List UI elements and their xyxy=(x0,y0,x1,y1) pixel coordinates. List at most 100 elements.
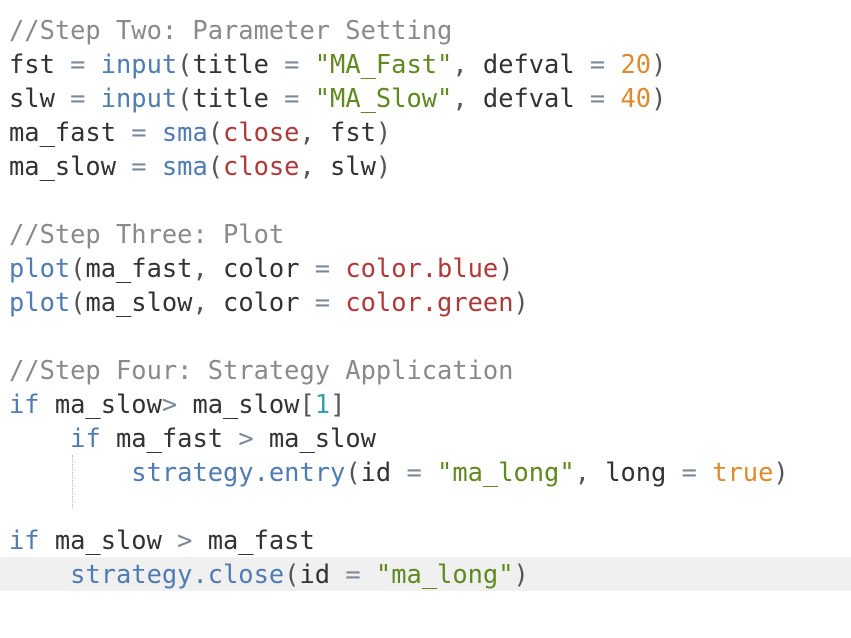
code-token-comment: //Step Three: Plot xyxy=(9,219,285,249)
code-token-punct: ( xyxy=(207,117,224,147)
code-token-func: sma xyxy=(161,117,208,147)
code-token-var: title xyxy=(192,83,269,113)
code-token-punct: , xyxy=(452,83,483,113)
code-editor[interactable]: //Step Two: Parameter Setting fst = input… xyxy=(0,0,851,638)
code-token-string: "ma_long" xyxy=(437,457,575,487)
code-token-var: ma_fast xyxy=(207,525,315,555)
code-token-func: strategy.close xyxy=(70,559,285,589)
code-token-punct: ( xyxy=(70,287,86,317)
code-token-punct: ) xyxy=(513,287,529,317)
code-line[interactable]: //Step Two: Parameter Setting xyxy=(0,13,851,47)
code-token-var: title xyxy=(192,49,269,79)
code-line[interactable]: ma_fast = sma(close, fst) xyxy=(0,115,851,149)
code-token-op: = xyxy=(299,253,346,283)
code-token-var: color xyxy=(223,253,300,283)
code-token-string: "MA_Slow" xyxy=(314,83,453,113)
code-line[interactable]: if ma_slow > ma_fast xyxy=(0,523,851,557)
code-token-punct: ) xyxy=(375,117,392,147)
code-token-punct: ] xyxy=(330,389,346,419)
code-token-punct: ( xyxy=(177,83,193,113)
code-token-func: sma xyxy=(161,151,208,181)
code-token-comment: //Step Two: Parameter Setting xyxy=(9,15,453,45)
code-line[interactable]: if ma_fast > ma_slow xyxy=(0,421,851,455)
code-token-builtin: color.green xyxy=(345,287,514,317)
code-token-op: = xyxy=(574,83,621,113)
code-token-op: = xyxy=(391,457,438,487)
code-token-punct: , xyxy=(452,49,483,79)
code-token-index: 1 xyxy=(314,389,331,419)
code-token-number: 20 xyxy=(620,49,652,79)
code-token-punct: ( xyxy=(345,457,361,487)
code-token-punct: ( xyxy=(284,559,300,589)
code-line[interactable]: if ma_slow> ma_slow[1] xyxy=(0,387,851,421)
code-token-var: slw xyxy=(330,151,376,181)
code-token-keyword: if xyxy=(9,389,40,419)
code-token-op: > xyxy=(161,389,193,419)
code-token-op: = xyxy=(54,49,101,79)
code-token-punct: , xyxy=(299,117,331,147)
code-token-keyword: if xyxy=(70,423,101,453)
code-token-op: = xyxy=(299,287,346,317)
code-line[interactable]: ma_slow = sma(close, slw) xyxy=(0,149,851,183)
code-token-punct: , xyxy=(574,457,606,487)
code-token-bool: true xyxy=(712,457,774,487)
code-token-var: fst xyxy=(9,49,55,79)
code-token-var: color xyxy=(223,287,300,317)
code-token-var: ma_fast xyxy=(9,117,117,147)
code-token-keyword: if xyxy=(9,525,40,555)
code-line[interactable] xyxy=(0,183,851,217)
code-line[interactable]: strategy.close(id = "ma_long") xyxy=(0,557,851,591)
code-line[interactable] xyxy=(0,319,851,353)
code-token-string: "MA_Fast" xyxy=(314,49,453,79)
code-line[interactable] xyxy=(0,489,851,523)
code-line[interactable]: //Step Three: Plot xyxy=(0,217,851,251)
code-token-var: id xyxy=(360,457,392,487)
code-token-punct: ) xyxy=(651,83,667,113)
code-token-op: = xyxy=(54,83,101,113)
code-token-var: fst xyxy=(330,117,376,147)
code-line[interactable]: fst = input(title = "MA_Fast", defval = … xyxy=(0,47,851,81)
code-token-op: > xyxy=(223,423,269,453)
code-token-comment: //Step Four: Strategy Application xyxy=(9,355,514,385)
code-token-punct: , xyxy=(192,287,224,317)
code-line[interactable]: plot(ma_fast, color = color.blue) xyxy=(0,251,851,285)
code-token-op: = xyxy=(574,49,621,79)
code-token-func: plot xyxy=(9,287,71,317)
code-token-var: slw xyxy=(9,83,55,113)
code-line[interactable]: plot(ma_slow, color = color.green) xyxy=(0,285,851,319)
code-token-var xyxy=(9,423,70,453)
code-token-op: = xyxy=(116,117,162,147)
code-token-var xyxy=(9,559,70,589)
code-token-var: ma_slow xyxy=(268,423,376,453)
code-token-punct: ( xyxy=(207,151,224,181)
code-token-punct: , xyxy=(299,151,331,181)
code-token-string: "ma_long" xyxy=(375,559,514,589)
code-token-punct: ( xyxy=(177,49,193,79)
code-token-number: 40 xyxy=(620,83,652,113)
code-token-punct: ) xyxy=(513,559,529,589)
code-token-var: ma_fast xyxy=(85,253,193,283)
code-token-var: ma_fast xyxy=(100,423,224,453)
code-line[interactable]: slw = input(title = "MA_Slow", defval = … xyxy=(0,81,851,115)
code-token-punct: ( xyxy=(70,253,86,283)
indent-guide xyxy=(72,455,73,510)
code-line[interactable]: //Step Four: Strategy Application xyxy=(0,353,851,387)
code-token-builtin: color.blue xyxy=(345,253,499,283)
code-token-builtin: close xyxy=(223,151,300,181)
code-token-var: defval xyxy=(482,49,575,79)
code-token-builtin: close xyxy=(223,117,300,147)
code-token-func: input xyxy=(100,83,178,113)
code-token-op: = xyxy=(268,49,315,79)
code-token-var: ma_slow xyxy=(9,151,117,181)
code-line[interactable]: strategy.entry(id = "ma_long", long = tr… xyxy=(0,455,851,489)
code-token-func: plot xyxy=(9,253,71,283)
code-token-punct: ) xyxy=(773,457,789,487)
code-token-var: ma_slow xyxy=(192,389,300,419)
code-token-punct: ) xyxy=(375,151,392,181)
code-token-var: ma_slow xyxy=(39,525,162,555)
code-token-op: = xyxy=(268,83,315,113)
code-token-func: input xyxy=(100,49,178,79)
code-token-punct: ) xyxy=(651,49,667,79)
code-token-var: defval xyxy=(482,83,575,113)
code-token-func: strategy.entry xyxy=(131,457,346,487)
